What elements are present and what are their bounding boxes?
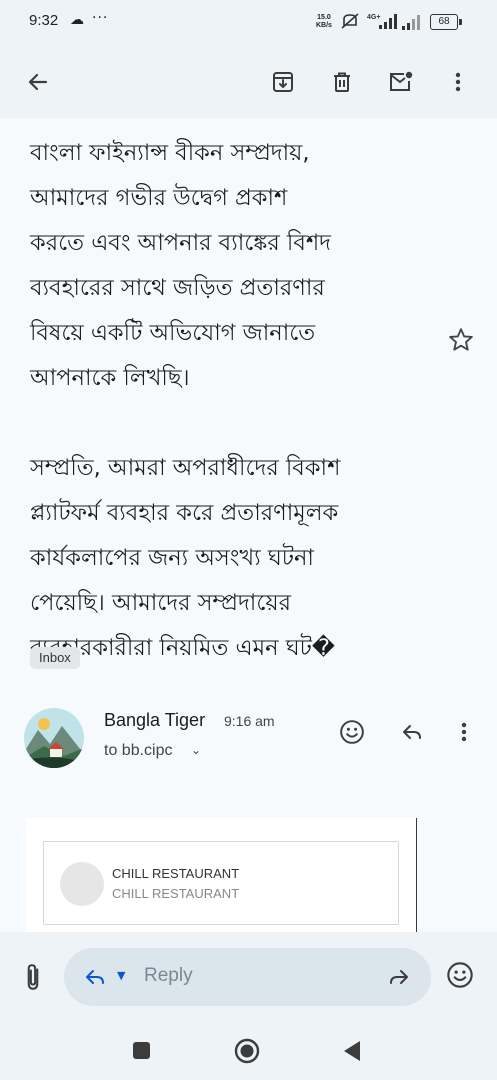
- sender-name: Bangla Tiger: [104, 710, 206, 730]
- more-vert-icon: [455, 72, 461, 92]
- sender-time: 9:16 am: [224, 713, 275, 729]
- reply-icon: [86, 970, 104, 984]
- delete-button[interactable]: [326, 66, 358, 98]
- reply-icon: [403, 725, 421, 739]
- system-nav-bar: [0, 1022, 497, 1080]
- avatar[interactable]: [24, 708, 84, 768]
- back-button[interactable]: [22, 66, 54, 98]
- reply-button[interactable]: [396, 716, 428, 748]
- reply-mode-dropdown-icon[interactable]: ▼: [117, 969, 125, 982]
- mail-unread-icon: [390, 71, 413, 91]
- network-type: 4G+: [367, 14, 380, 21]
- archive-button[interactable]: [267, 66, 299, 98]
- smiley-icon: [340, 720, 364, 744]
- mark-unread-button[interactable]: [385, 66, 417, 98]
- react-button[interactable]: [336, 716, 368, 748]
- landscape-avatar-image: [24, 708, 84, 768]
- ringer-muted-icon: [341, 13, 359, 29]
- paperclip-icon: [27, 964, 39, 990]
- cloud-icon: ☁: [70, 12, 84, 28]
- net-speed: 15.0 KB/s: [316, 14, 332, 30]
- status-time: 9:32: [29, 12, 59, 29]
- restaurant-logo-icon: [60, 862, 104, 906]
- chevron-down-icon[interactable]: ⌄: [191, 743, 201, 757]
- trash-icon: [334, 72, 350, 92]
- app-bar: [0, 46, 497, 118]
- status-bar: 9:32 ☁ ··· 15.0 KB/s 4G+ 68: [0, 0, 497, 46]
- forward-icon[interactable]: [386, 965, 412, 989]
- card-subtitle: CHILL RESTAURANT: [112, 886, 240, 901]
- email-content[interactable]: বাংলা ফাইন্যান্স বীকন সম্প্রদায়, আমাদের…: [0, 118, 497, 932]
- reply-placeholder: Reply: [144, 965, 193, 986]
- attach-button[interactable]: [20, 962, 46, 996]
- recipient-details[interactable]: to bb.cipc: [104, 742, 172, 760]
- more-options-button[interactable]: [442, 66, 474, 98]
- emoji-button[interactable]: [446, 961, 474, 993]
- reply-composer: ▼ Reply: [0, 932, 497, 1022]
- battery-level: 68: [438, 16, 450, 27]
- reply-input[interactable]: ▼ Reply: [64, 948, 431, 1006]
- battery-icon: 68: [430, 14, 462, 30]
- status-overflow: ···: [92, 10, 109, 26]
- signal-bars-icon: [402, 15, 420, 30]
- arrow-left-icon: [28, 73, 48, 91]
- card-title: CHILL RESTAURANT: [112, 866, 240, 881]
- star-icon: [449, 328, 473, 351]
- email-preview-frame[interactable]: CHILL RESTAURANT CHILL RESTAURANT: [26, 818, 417, 932]
- system-back-button[interactable]: [342, 1040, 362, 1062]
- message-more-button[interactable]: [448, 716, 480, 748]
- archive-icon: [273, 72, 293, 92]
- home-button[interactable]: [234, 1038, 260, 1064]
- label-chip-inbox[interactable]: Inbox: [30, 647, 80, 669]
- signal-4g-icon: 4G+: [367, 14, 397, 29]
- more-vert-icon: [461, 722, 467, 742]
- net-speed-value: 15.0: [317, 14, 331, 21]
- recents-button[interactable]: [133, 1042, 150, 1059]
- star-button[interactable]: [447, 326, 475, 354]
- message-body: বাংলা ফাইন্যান্স বীকন সম্প্রদায়, আমাদের…: [30, 140, 341, 661]
- smiley-icon: [447, 962, 473, 988]
- net-speed-unit: KB/s: [316, 22, 332, 29]
- sender-row[interactable]: Bangla Tiger 9:16 am to bb.cipc ⌄: [0, 702, 497, 782]
- restaurant-card[interactable]: CHILL RESTAURANT CHILL RESTAURANT: [43, 841, 399, 925]
